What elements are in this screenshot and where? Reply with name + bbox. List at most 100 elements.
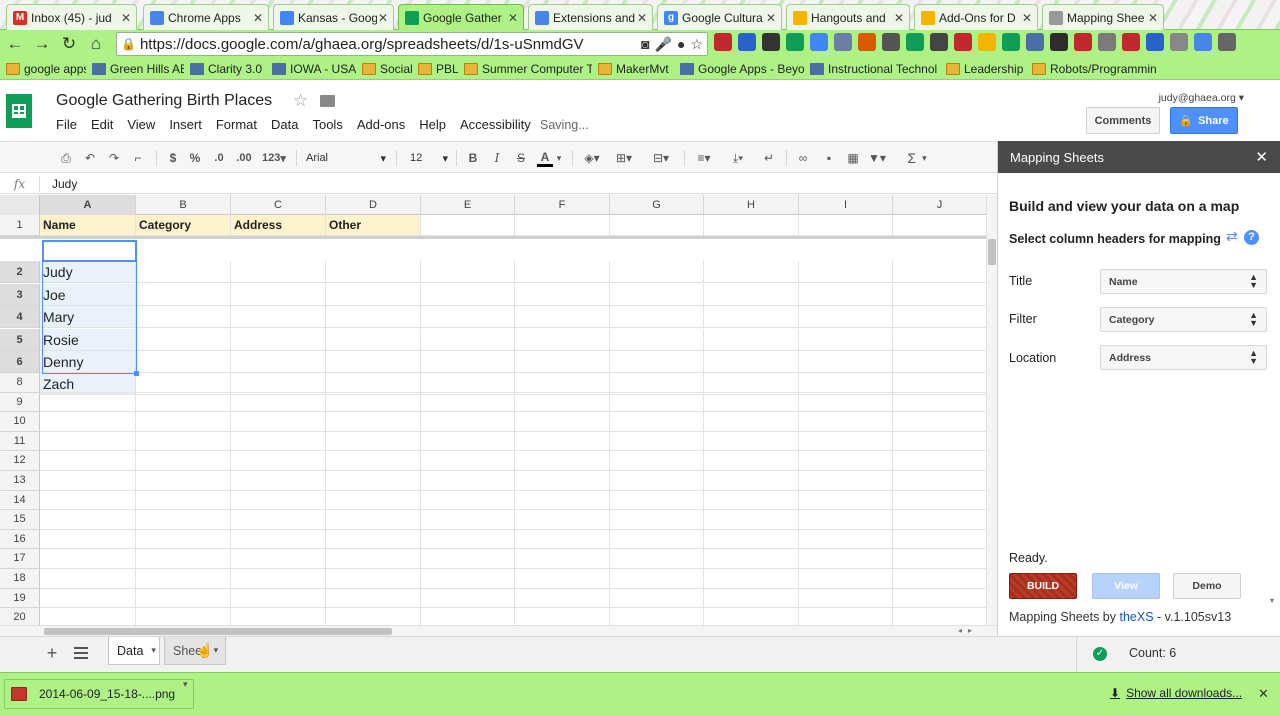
formula-input[interactable]: Judy (40, 177, 77, 191)
grid-cell[interactable] (515, 471, 610, 490)
grid-cell[interactable] (704, 412, 799, 431)
close-icon[interactable]: ✕ (1258, 686, 1269, 702)
currency-button[interactable]: $ (166, 149, 180, 167)
grid-cell[interactable] (421, 451, 515, 470)
grid-cell[interactable] (231, 549, 326, 568)
grid-cell[interactable] (704, 529, 799, 549)
grid-cell[interactable] (704, 431, 799, 451)
grid-cell[interactable] (231, 412, 326, 431)
grid-cell[interactable] (136, 261, 231, 282)
extension-icon[interactable] (1194, 33, 1212, 51)
title-select[interactable]: Name ▲ ▼ (1100, 269, 1267, 294)
grid-cell[interactable] (421, 284, 515, 305)
grid-cell[interactable] (515, 284, 610, 305)
extension-icon[interactable] (714, 33, 732, 51)
menu-addons[interactable]: Add-ons (357, 117, 405, 132)
borders-icon[interactable]: ⊞▾ (612, 149, 636, 167)
vertical-scrollbar[interactable] (986, 195, 997, 625)
browser-tab[interactable]: Extensions and ✕ (528, 4, 653, 30)
column-header-c[interactable]: C (231, 195, 326, 215)
extension-icon[interactable] (1146, 33, 1164, 51)
row-header[interactable]: 16 (0, 529, 40, 550)
grid-cell[interactable] (326, 412, 421, 431)
grid-cell[interactable] (326, 608, 421, 625)
bookmark-item[interactable]: Google Apps - Beyon (680, 62, 804, 76)
grid-cell[interactable] (799, 451, 893, 470)
grid-cell[interactable] (704, 569, 799, 588)
grid-cell[interactable] (40, 490, 136, 510)
vertical-align-icon[interactable]: ⤓▾ (726, 149, 750, 167)
grid-cell[interactable] (326, 588, 421, 608)
grid-cell[interactable] (326, 373, 421, 392)
grid-cell[interactable] (799, 490, 893, 510)
row-header[interactable]: 6 (0, 351, 40, 373)
grid-cell[interactable] (231, 510, 326, 529)
close-icon[interactable]: ✕ (893, 11, 905, 25)
grid-cell[interactable] (515, 451, 610, 470)
filter-icon[interactable]: ▼▾ (866, 149, 888, 167)
grid-cell[interactable] (893, 510, 986, 529)
grid-cell[interactable]: Joe (40, 284, 136, 305)
grid-cell[interactable] (326, 549, 421, 568)
grid-cell[interactable] (799, 471, 893, 490)
grid-cell[interactable] (515, 608, 610, 625)
redo-icon[interactable]: ↷ (106, 149, 122, 167)
grid-cell[interactable] (893, 329, 986, 350)
browser-tab[interactable]: Google Gather ✕ (398, 4, 524, 30)
extension-icon[interactable] (882, 33, 900, 51)
grid-cell[interactable] (893, 432, 986, 451)
grid-cell[interactable] (799, 569, 893, 588)
grid-cell[interactable] (136, 588, 231, 608)
show-all-downloads-link[interactable]: ⬇ Show all downloads... (1110, 686, 1242, 700)
extension-icon[interactable] (1050, 33, 1068, 51)
refresh-icon[interactable]: ⇄ (1226, 228, 1238, 245)
menu-edit[interactable]: Edit (91, 117, 113, 132)
grid-cell[interactable] (893, 393, 986, 412)
wrap-text-icon[interactable]: ↵ (760, 149, 778, 167)
grid-cell[interactable] (893, 351, 986, 372)
bookmark-item[interactable]: Instructional Technol (810, 62, 940, 76)
grid-cell[interactable] (231, 284, 326, 305)
grid-cell[interactable] (326, 306, 421, 327)
strikethrough-button[interactable]: S (514, 149, 528, 167)
grid-cell[interactable]: Address (231, 215, 326, 235)
grid-cell[interactable] (610, 373, 704, 392)
download-item[interactable]: 2014-06-09_15-18-....png (4, 679, 194, 709)
menu-file[interactable]: File (56, 117, 77, 132)
number-format-button[interactable]: 123 ▾ (258, 149, 290, 167)
grid-cell[interactable] (40, 588, 136, 608)
column-header-h[interactable]: H (704, 195, 799, 215)
grid-cell[interactable] (893, 530, 986, 549)
grid-cell[interactable] (326, 284, 421, 305)
bookmark-item[interactable]: Summer Computer T (464, 62, 592, 76)
grid-cell[interactable] (610, 471, 704, 490)
grid-cell[interactable] (515, 510, 610, 529)
grid-cell[interactable] (799, 306, 893, 327)
bookmark-item[interactable]: MakerMvt (598, 62, 674, 76)
grid-cell[interactable] (610, 351, 704, 372)
grid-cell[interactable] (136, 284, 231, 305)
user-email[interactable]: judy@ghaea.org ▾ (1159, 92, 1244, 104)
back-icon[interactable]: ← (3, 32, 27, 56)
menu-icon[interactable] (1170, 33, 1188, 51)
row-header[interactable]: 12 (0, 451, 40, 471)
grid-cell[interactable] (231, 569, 326, 588)
fill-color-icon[interactable]: ◈▾ (580, 149, 604, 167)
help-icon[interactable]: ? (1244, 230, 1259, 245)
grid-cell[interactable] (231, 261, 326, 282)
grid-cell[interactable] (40, 549, 136, 568)
scroll-thumb[interactable] (988, 239, 996, 265)
grid-cell[interactable] (326, 392, 421, 412)
close-icon[interactable]: ✕ (120, 11, 132, 25)
chart-icon[interactable]: ▦ (844, 149, 862, 167)
italic-button[interactable]: I (490, 149, 504, 167)
row-header[interactable]: 20 (0, 608, 40, 625)
close-icon[interactable]: ✕ (252, 11, 264, 25)
browser-tab[interactable]: M Inbox (45) - jud ✕ (6, 4, 137, 30)
column-header-i[interactable]: I (799, 195, 893, 215)
grid-cell[interactable] (136, 392, 231, 412)
bookmark-item[interactable]: google apps (6, 62, 86, 76)
row-header[interactable]: 13 (0, 471, 40, 491)
grid-cell[interactable] (704, 215, 799, 235)
grid-cell[interactable] (231, 431, 326, 451)
